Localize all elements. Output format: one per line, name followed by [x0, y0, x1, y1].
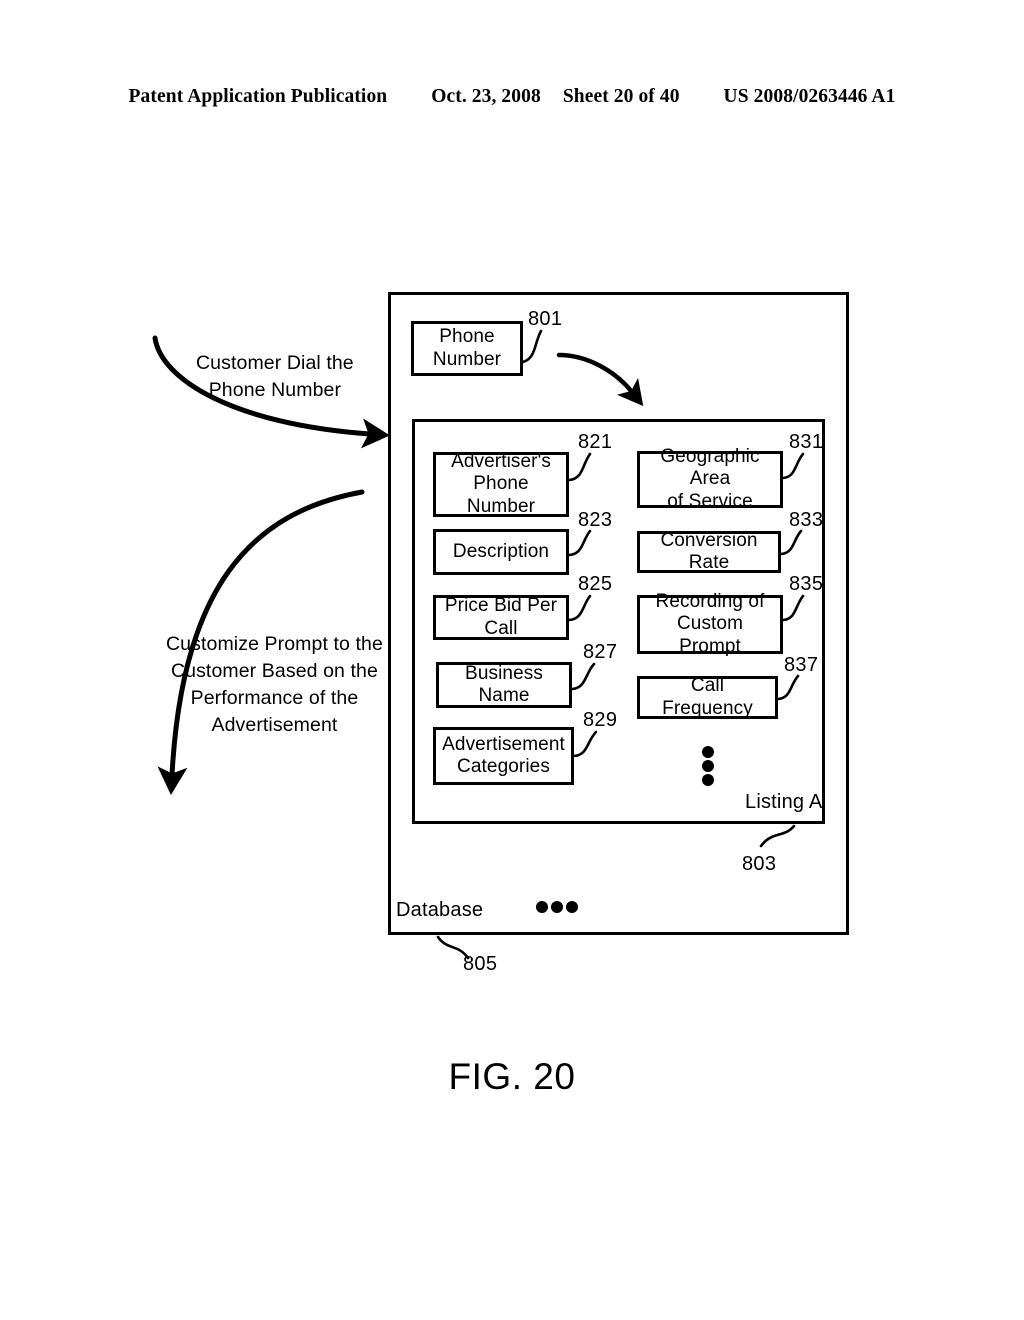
- node-advertisement-categories-line2: Categories: [457, 756, 550, 777]
- node-recording-of-custom-prompt-line2: Custom Prompt: [676, 613, 744, 657]
- node-advertisement-categories-line1: Advertisement: [442, 733, 565, 755]
- node-geographic-area-of-service: Geographic Area of Service: [637, 446, 783, 512]
- node-business-name-label: Business Name: [465, 662, 543, 706]
- node-call-frequency: Call Frequency: [637, 675, 778, 719]
- ref-numeral-831: 831: [789, 431, 824, 453]
- ref-numeral-823: 823: [578, 509, 613, 531]
- annotation-customer-dial: Customer Dial the Phone Number: [196, 350, 354, 404]
- ref-numeral-833: 833: [789, 509, 824, 531]
- ref-numeral-827: 827: [583, 641, 618, 663]
- ref-numeral-805: 805: [463, 953, 498, 975]
- ref-numeral-829: 829: [583, 709, 618, 731]
- node-description-label: Description: [452, 540, 550, 562]
- node-advertisers-phone-number: Advertiser's Phone Number: [433, 451, 569, 517]
- header-publication: Patent Application Publication: [128, 86, 388, 107]
- node-recording-of-custom-prompt-line1: Recording of: [655, 591, 765, 613]
- node-advertisers-phone-number-line2: Phone Number: [466, 473, 536, 517]
- annotation-customize-prompt-line2: Customer Based on the: [170, 659, 378, 682]
- header-date: Oct. 23, 2008: [431, 86, 541, 107]
- ref-numeral-825: 825: [578, 573, 613, 595]
- node-call-frequency-label: Call Frequency: [662, 675, 753, 719]
- node-advertisers-phone-number-line1: Advertiser's: [451, 451, 551, 473]
- ref-numeral-803: 803: [742, 853, 777, 875]
- ref-numeral-801: 801: [528, 308, 563, 330]
- database-label: Database: [396, 899, 484, 921]
- annotation-customer-dial-line2: Phone Number: [208, 378, 342, 401]
- node-conversion-rate: Conversion Rate: [637, 529, 781, 573]
- patent-header: Patent Application Publication Oct. 23, …: [0, 86, 1024, 108]
- header-sheet: Sheet 20 of 40: [562, 86, 680, 107]
- listing-label: Listing A: [745, 791, 823, 813]
- node-phone-number-line2: Number: [432, 348, 502, 370]
- figure-caption: FIG. 20: [448, 1056, 576, 1097]
- dot: [551, 901, 563, 913]
- node-geographic-area-of-service-line1: Geographic Area: [660, 446, 760, 490]
- dot: [702, 760, 714, 772]
- node-conversion-rate-label: Conversion Rate: [660, 529, 758, 573]
- dot: [536, 901, 548, 913]
- node-price-bid-per-call-label: Price Bid Per Call: [444, 595, 558, 639]
- annotation-customer-dial-line1: Customer Dial the: [196, 352, 354, 374]
- dot: [702, 746, 714, 758]
- node-business-name: Business Name: [436, 662, 572, 708]
- ref-numeral-835: 835: [789, 573, 824, 595]
- node-geographic-area-of-service-line2: of Service: [667, 490, 753, 512]
- node-phone-number-line1: Phone: [439, 326, 495, 348]
- node-recording-of-custom-prompt: Recording of Custom Prompt: [637, 591, 783, 657]
- node-price-bid-per-call: Price Bid Per Call: [433, 595, 569, 640]
- node-phone-number: Phone Number: [411, 321, 523, 376]
- dot: [702, 774, 714, 786]
- annotation-customize-prompt-line3: Performance of the: [190, 686, 359, 709]
- header-patent-number: US 2008/0263446 A1: [723, 86, 896, 107]
- node-description: Description: [433, 529, 569, 575]
- annotation-customize-prompt-line4: Advertisement: [211, 713, 338, 736]
- node-advertisement-categories: Advertisement Categories: [433, 727, 574, 785]
- annotation-customize-prompt: Customize Prompt to the Customer Based o…: [166, 631, 383, 739]
- ref-numeral-837: 837: [784, 654, 819, 676]
- dot: [566, 901, 578, 913]
- horizontal-ellipsis-icon: [536, 901, 578, 914]
- vertical-ellipsis-icon: [702, 746, 714, 786]
- annotation-customize-prompt-line1: Customize Prompt to the: [166, 633, 383, 655]
- ref-numeral-821: 821: [578, 431, 613, 453]
